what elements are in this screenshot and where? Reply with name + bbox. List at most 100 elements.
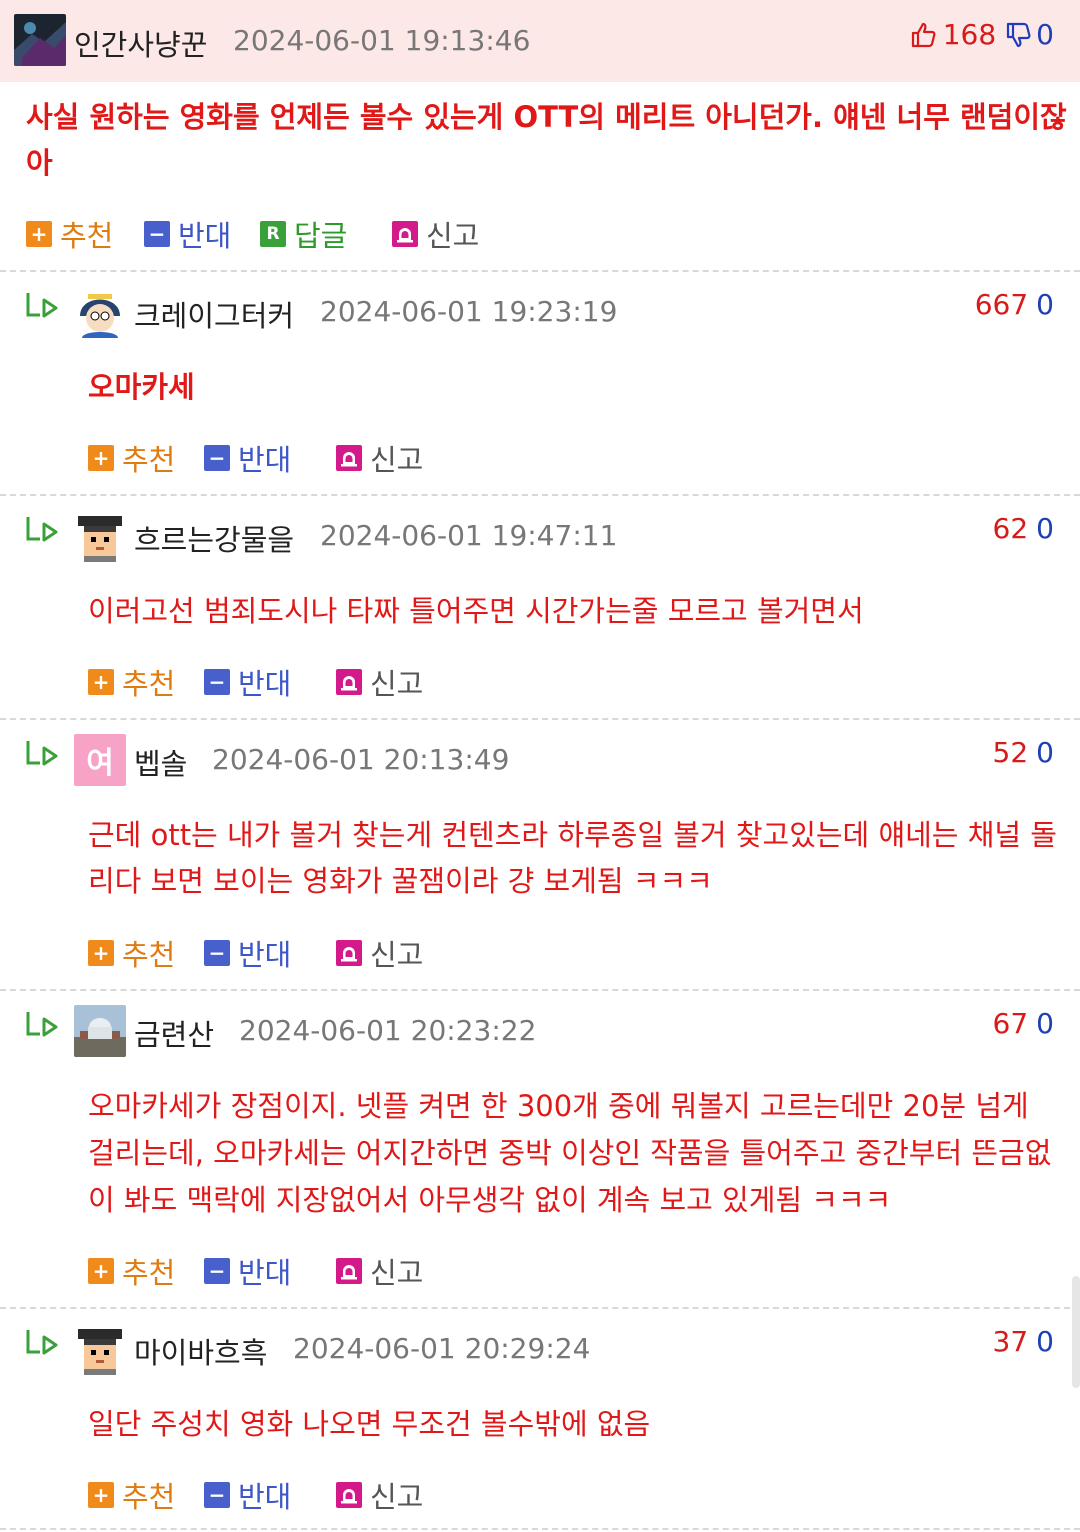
comment-actions: + 추천 − 반대 신고 — [88, 1474, 988, 1514]
comment-content-line: 걸리는데, 오마카세는 어지간하면 중박 이상인 작품을 틀어주고 중간부터 뜬… — [88, 1136, 1052, 1170]
scrollbar[interactable] — [1072, 1276, 1080, 1388]
post-votes: 168 0 — [909, 18, 1054, 51]
reply-arrow-icon — [26, 1012, 58, 1037]
comment-author-name[interactable]: 크레이그터커 — [134, 293, 294, 335]
reply-arrow-icon — [26, 1330, 58, 1355]
comment-author-name[interactable]: 흐르는강물을 — [134, 517, 294, 559]
plus-icon: + — [88, 1258, 114, 1284]
comment-actions: + 추천 − 반대 신고 — [88, 437, 988, 477]
comment-actions: + 추천 − 반대 신고 — [88, 661, 988, 701]
plus-icon: + — [88, 1482, 114, 1508]
plus-icon: + — [88, 445, 114, 471]
post-author-name[interactable]: 인간사냥꾼 — [74, 22, 207, 64]
oppose-label: 반대 — [238, 938, 292, 972]
recommend-button[interactable]: + 추천 — [88, 932, 175, 974]
comment-author-name[interactable]: 마이바흐흑 — [134, 1330, 267, 1372]
post-author-avatar[interactable] — [14, 14, 66, 66]
comment-author-avatar[interactable] — [74, 1323, 126, 1375]
report-label: 신고 — [426, 219, 480, 253]
oppose-label: 반대 — [238, 443, 292, 477]
minus-icon: − — [144, 221, 170, 247]
recommend-label: 추천 — [122, 1256, 176, 1290]
comment-author-avatar[interactable] — [74, 510, 126, 562]
divider — [0, 989, 1080, 991]
minus-icon: − — [204, 445, 230, 471]
comment-downvote-count: 0 — [1036, 512, 1054, 545]
recommend-label: 추천 — [122, 938, 176, 972]
comment-actions: + 추천 − 반대 신고 — [88, 932, 988, 972]
oppose-button[interactable]: − 반대 — [144, 213, 231, 255]
reply-label: 답글 — [294, 219, 348, 253]
comment-timestamp: 2024-06-01 20:13:49 — [212, 743, 510, 776]
recommend-button[interactable]: + 추천 — [88, 1474, 175, 1516]
comment-author-name[interactable]: 금련산 — [134, 1012, 214, 1054]
divider — [0, 1528, 1080, 1530]
report-label: 신고 — [370, 443, 424, 477]
recommend-button[interactable]: + 추천 — [88, 437, 175, 479]
comment-content-line: 오마카세가 장점이지. 넷플 켜면 한 300개 중에 뭐볼지 고르는데만 20… — [88, 1089, 1029, 1123]
recommend-label: 추천 — [60, 219, 114, 253]
comment-author-avatar[interactable] — [74, 1005, 126, 1057]
report-button[interactable]: 신고 — [336, 1250, 423, 1292]
divider — [0, 270, 1080, 272]
recommend-button[interactable]: + 추천 — [26, 213, 113, 255]
reply-arrow-icon — [26, 517, 58, 542]
comment-author-name[interactable]: 벱솔 — [134, 741, 187, 783]
plus-icon: + — [26, 221, 52, 247]
comment-downvote-count: 0 — [1036, 288, 1054, 321]
oppose-label: 반대 — [238, 667, 292, 701]
comment-timestamp: 2024-06-01 20:23:22 — [239, 1014, 537, 1047]
reply-icon: R — [260, 221, 286, 247]
reply-arrow-icon — [26, 293, 58, 318]
comment-upvote-count: 37 — [992, 1325, 1029, 1358]
siren-icon — [336, 1258, 362, 1284]
oppose-button[interactable]: − 반대 — [204, 932, 291, 974]
minus-icon: − — [204, 669, 230, 695]
comment-content-line: 일단 주성치 영화 나오면 무조건 볼수밖에 없음 — [88, 1407, 651, 1441]
report-button[interactable]: 신고 — [336, 437, 423, 479]
comment-timestamp: 2024-06-01 19:23:19 — [320, 295, 618, 328]
comment-downvote-count: 0 — [1036, 736, 1054, 769]
oppose-button[interactable]: − 반대 — [204, 661, 291, 703]
report-button[interactable]: 신고 — [336, 661, 423, 703]
comment-author-avatar[interactable] — [74, 286, 126, 338]
report-label: 신고 — [370, 667, 424, 701]
divider — [0, 494, 1080, 496]
comment-votes: 67 0 — [993, 1007, 1054, 1040]
post-downvote-count: 0 — [1036, 18, 1054, 51]
comment-content-line: 이 봐도 맥락에 지장없어서 아무생각 없이 계속 보고 있게됨 ㅋㅋㅋ — [88, 1183, 892, 1217]
report-button[interactable]: 신고 — [392, 213, 479, 255]
thumbs-down-icon[interactable] — [1004, 21, 1032, 49]
comment-timestamp: 2024-06-01 20:29:24 — [293, 1332, 591, 1365]
post-content-line-2: 아 — [26, 146, 53, 180]
divider — [0, 718, 1080, 720]
oppose-button[interactable]: − 반대 — [204, 1474, 291, 1516]
comment-upvote-count: 67 — [992, 1007, 1029, 1040]
siren-icon — [336, 1482, 362, 1508]
siren-icon — [336, 669, 362, 695]
siren-icon — [392, 221, 418, 247]
post-upvote-count: 168 — [942, 18, 997, 51]
report-label: 신고 — [370, 1480, 424, 1514]
plus-icon: + — [88, 940, 114, 966]
comment-content-line: 리다 보면 보이는 영화가 꿀잼이라 걍 보게됨 ㅋㅋㅋ — [88, 864, 713, 898]
comment-content-line: 이러고선 범죄도시나 타짜 틀어주면 시간가는줄 모르고 볼거면서 — [88, 594, 864, 628]
comment-downvote-count: 0 — [1036, 1007, 1054, 1040]
comment-upvote-count: 52 — [992, 736, 1029, 769]
report-button[interactable]: 신고 — [336, 932, 423, 974]
comment-upvote-count: 667 — [974, 288, 1029, 321]
thumbs-up-icon[interactable] — [909, 21, 937, 49]
oppose-label: 반대 — [238, 1480, 292, 1514]
minus-icon: − — [204, 1482, 230, 1508]
comment-actions: + 추천 − 반대 신고 — [88, 1250, 988, 1290]
oppose-button[interactable]: − 반대 — [204, 437, 291, 479]
recommend-button[interactable]: + 추천 — [88, 661, 175, 703]
report-button[interactable]: 신고 — [336, 1474, 423, 1516]
siren-icon — [336, 940, 362, 966]
oppose-button[interactable]: − 반대 — [204, 1250, 291, 1292]
comment-page: 인간사냥꾼 2024-06-01 19:13:46 168 0 사실 원하는 영… — [0, 0, 1080, 1532]
recommend-button[interactable]: + 추천 — [88, 1250, 175, 1292]
reply-button[interactable]: R 답글 — [260, 213, 347, 255]
comment-author-avatar[interactable]: 여 — [74, 734, 126, 786]
comment-downvote-count: 0 — [1036, 1325, 1054, 1358]
